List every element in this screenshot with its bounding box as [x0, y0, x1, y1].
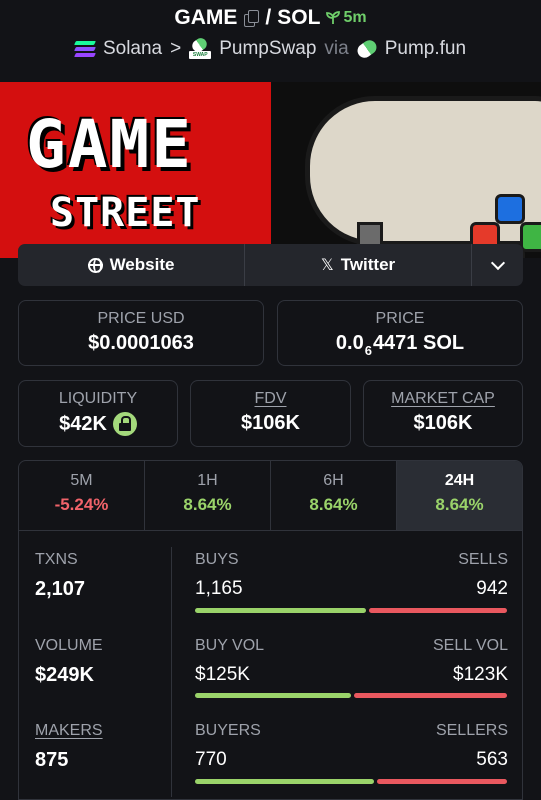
pumpfun-icon — [354, 37, 379, 61]
makers-label[interactable]: MAKERS — [35, 722, 103, 740]
tab-6h[interactable]: 6H 8.64% — [271, 461, 397, 530]
price-native-prefix: 0.0 — [335, 332, 364, 354]
banner-logo-line2: STREET — [50, 190, 201, 236]
breadcrumb-via: via — [324, 38, 349, 59]
breadcrumb-chain[interactable]: Solana — [103, 38, 162, 60]
token-banner: GAME STREET — [0, 82, 541, 258]
sells-ratio-bar — [369, 608, 507, 613]
pair-age-text: 5m — [343, 9, 367, 26]
market-cap-value: $106K — [413, 412, 473, 434]
tab-24h-label: 24H — [444, 472, 475, 489]
globe-icon — [87, 257, 103, 273]
tab-6h-change: 8.64% — [309, 495, 358, 514]
price-usd-value: $0.0001063 — [88, 332, 194, 354]
website-label: Website — [109, 255, 175, 274]
tab-1h[interactable]: 1H 8.64% — [145, 461, 271, 530]
buyers-value: 770 — [195, 749, 227, 770]
buy-volume-ratio-bar — [195, 693, 351, 698]
twitter-button[interactable]: 𝕏 Twitter — [245, 244, 472, 286]
timeframe-tabs: 5M -5.24% 1H 8.64% 6H 8.64% 24H 8.64% — [19, 461, 522, 531]
trading-stats-panel: 5M -5.24% 1H 8.64% 6H 8.64% 24H 8.64% TX… — [18, 460, 523, 800]
price-native-zero-count: 6 — [364, 343, 372, 358]
sell-volume-value: $123K — [453, 664, 508, 685]
lock-icon[interactable] — [112, 412, 137, 436]
pair-title-row: GAME / SOL 5m — [0, 6, 541, 30]
pair-age-badge: 5m — [326, 9, 367, 27]
buyers-label: BUYERS — [195, 722, 261, 739]
makers-value: 875 — [35, 749, 69, 771]
tab-24h-change: 8.64% — [435, 495, 484, 514]
sellers-label: SELLERS — [435, 722, 508, 739]
sellers-value: 563 — [476, 749, 508, 770]
buys-ratio-bar — [195, 608, 366, 613]
liquidity-label: LIQUIDITY — [58, 390, 138, 407]
price-usd-label: PRICE USD — [97, 310, 185, 327]
buys-value: 1,165 — [195, 578, 243, 599]
txns-value: 2,107 — [35, 578, 86, 600]
sells-label: SELLS — [458, 551, 508, 568]
txns-label: TXNS — [35, 551, 78, 568]
copy-icon[interactable] — [243, 10, 260, 27]
volume-label: VOLUME — [35, 637, 103, 654]
chevron-down-icon — [490, 255, 505, 270]
tab-5m-change: -5.24% — [54, 495, 109, 514]
breadcrumb-chevron: > — [170, 38, 182, 59]
liquidity-value: $42K — [59, 412, 107, 435]
market-cap-label[interactable]: MARKET CAP — [391, 390, 495, 407]
volume-value: $249K — [35, 664, 94, 686]
tab-5m[interactable]: 5M -5.24% — [19, 461, 145, 530]
price-native-digits: 4471 SOL — [372, 332, 465, 354]
tab-6h-label: 6H — [323, 472, 344, 489]
buy-volume-value: $125K — [195, 664, 250, 685]
sprout-icon — [326, 11, 341, 24]
pair-header: GAME / SOL 5m Solana > SWAP PumpSwap via… — [0, 0, 541, 80]
tab-1h-label: 1H — [197, 472, 218, 489]
sellers-ratio-bar — [377, 779, 507, 784]
x-logo-icon: 𝕏 — [320, 257, 334, 274]
pumpswap-icon: SWAP — [189, 35, 212, 59]
sell-volume-ratio-bar — [354, 693, 507, 698]
breadcrumb-dex[interactable]: PumpSwap — [219, 38, 316, 60]
fdv-label[interactable]: FDV — [255, 390, 287, 407]
tab-5m-label: 5M — [70, 472, 93, 489]
social-links-bar: Website 𝕏 Twitter — [18, 244, 523, 286]
stats-grid: TXNS 2,107 BUYS SELLS 1,165 942 VOLUME $… — [19, 531, 522, 799]
market-cap-card: MARKET CAP $106K — [363, 380, 523, 447]
liquidity-card: LIQUIDITY $42K — [18, 380, 178, 447]
price-native-card: PRICE 0.0 6 4471 SOL — [277, 300, 523, 366]
pair-separator: / — [265, 6, 272, 29]
buy-volume-label: BUY VOL — [195, 637, 265, 654]
buys-label: BUYS — [195, 551, 239, 568]
fdv-card: FDV $106K — [190, 380, 351, 447]
price-native-label: PRICE — [375, 310, 425, 327]
gamepad-blue-button — [495, 194, 525, 224]
twitter-label: Twitter — [340, 255, 396, 274]
sell-volume-label: SELL VOL — [432, 637, 508, 654]
tab-24h[interactable]: 24H 8.64% — [397, 461, 522, 530]
solana-icon — [74, 41, 96, 57]
tab-1h-change: 8.64% — [183, 495, 232, 514]
website-button[interactable]: Website — [18, 244, 245, 286]
sells-value: 942 — [476, 578, 508, 599]
price-usd-card: PRICE USD $0.0001063 — [18, 300, 264, 366]
more-links-button[interactable] — [472, 244, 523, 286]
stats-divider — [171, 547, 172, 797]
quote-token-symbol: SOL — [277, 6, 321, 29]
pumpswap-icon-tag: SWAP — [189, 51, 212, 59]
breadcrumb: Solana > SWAP PumpSwap via Pump.fun — [0, 35, 541, 61]
fdv-value: $106K — [241, 412, 300, 434]
gamepad-green-button — [520, 222, 541, 252]
base-token-symbol: GAME — [174, 6, 238, 29]
breadcrumb-launchpad[interactable]: Pump.fun — [385, 38, 466, 60]
buyers-ratio-bar — [195, 779, 374, 784]
banner-logo-line1: GAME — [26, 106, 193, 183]
